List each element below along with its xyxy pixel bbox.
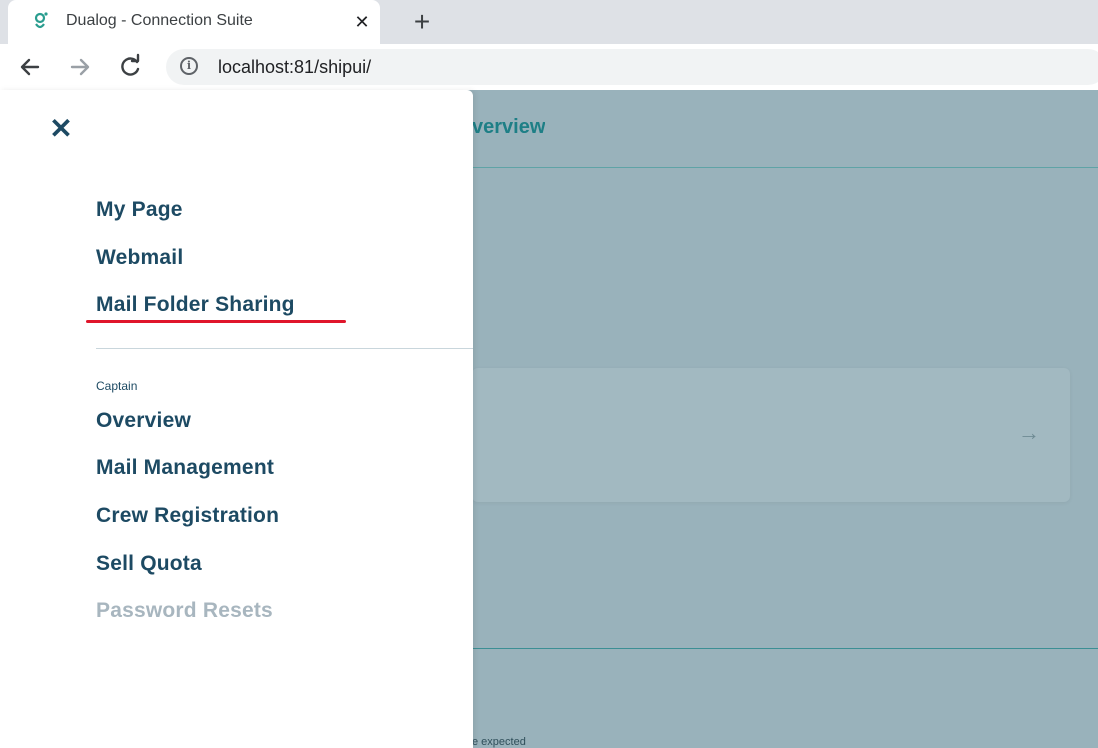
screen: Dualog - Connection Suite ✕ + i localhos…: [0, 0, 1098, 748]
menu-item-crew-registration[interactable]: Crew Registration: [96, 504, 279, 528]
browser-toolbar: i localhost:81/shipui/: [0, 44, 1098, 91]
footer-divider: [472, 648, 1098, 649]
new-tab-icon[interactable]: +: [408, 8, 436, 36]
navigation-drawer: ✕ My Page Webmail Mail Folder Sharing Ca…: [0, 90, 473, 748]
content-card[interactable]: →: [472, 368, 1070, 502]
close-icon[interactable]: ✕: [48, 115, 74, 143]
menu-item-mail-management[interactable]: Mail Management: [96, 456, 274, 480]
browser-tab[interactable]: Dualog - Connection Suite ✕: [8, 0, 380, 44]
forward-arrow-icon[interactable]: [66, 53, 94, 81]
dualog-logo-icon: [34, 12, 48, 29]
tab-title: Dualog - Connection Suite: [66, 12, 253, 29]
arrow-right-icon[interactable]: →: [1018, 420, 1040, 446]
menu-item-password-resets: Password Resets: [96, 599, 273, 622]
section-label-captain: Captain: [96, 379, 138, 393]
address-bar[interactable]: i localhost:81/shipui/: [166, 49, 1098, 85]
menu-item-overview[interactable]: Overview: [96, 409, 191, 433]
footer-text: e expected: [472, 736, 526, 748]
url-text[interactable]: localhost:81/shipui/: [218, 57, 371, 78]
heading-divider: [472, 167, 1098, 168]
menu-item-my-page[interactable]: My Page: [96, 198, 183, 222]
browser-tab-strip: Dualog - Connection Suite ✕ +: [0, 0, 1098, 44]
drawer-divider: [96, 348, 473, 349]
site-info-icon[interactable]: i: [180, 57, 198, 75]
back-arrow-icon[interactable]: [16, 53, 44, 81]
highlight-underline: [86, 320, 346, 323]
menu-item-mail-folder-sharing[interactable]: Mail Folder Sharing: [96, 293, 295, 317]
menu-item-webmail[interactable]: Webmail: [96, 246, 183, 270]
page-title: verview: [472, 116, 546, 138]
tab-close-icon[interactable]: ✕: [352, 12, 372, 32]
reload-icon[interactable]: [116, 53, 144, 81]
menu-item-sell-quota[interactable]: Sell Quota: [96, 552, 202, 576]
